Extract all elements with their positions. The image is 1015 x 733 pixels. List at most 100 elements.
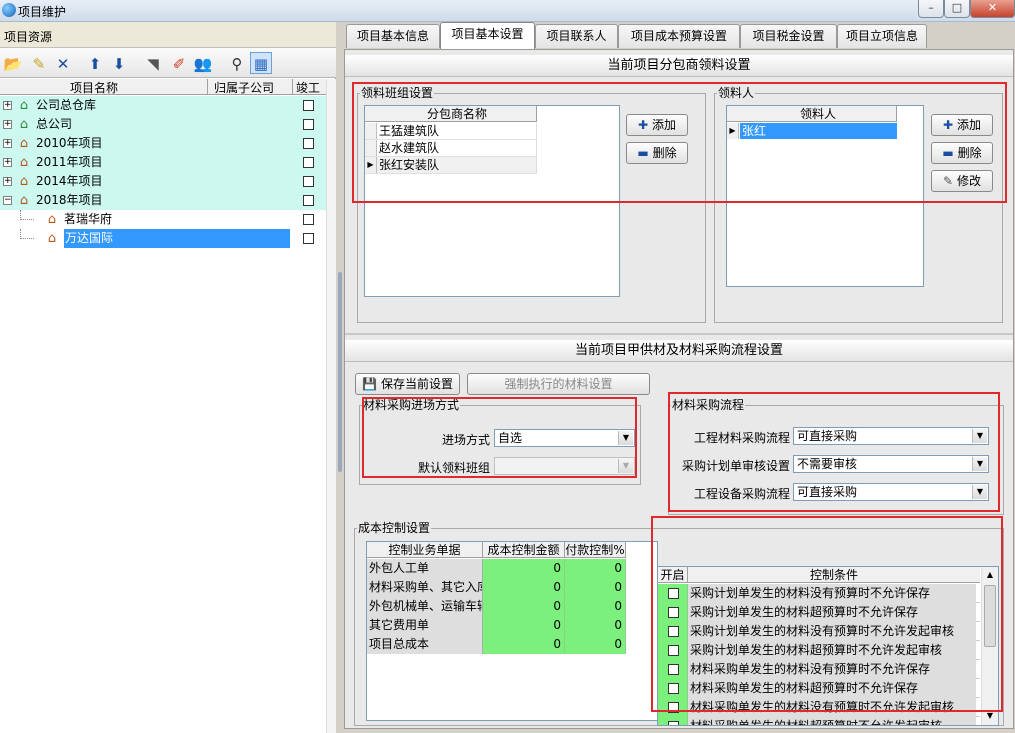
chevron-down-icon[interactable]: ▼ (972, 457, 987, 471)
picker-grid[interactable]: 领料人 ▶ 张红 (726, 105, 924, 287)
condition-row[interactable]: 采购计划单发生的材料超预算时不允许保存 (658, 603, 980, 622)
completed-checkbox[interactable] (303, 195, 314, 206)
tree-row[interactable]: + ⌂ 2010年项目 (0, 134, 326, 153)
tree-row[interactable]: + ⌂ 总公司 (0, 115, 326, 134)
chevron-down-icon[interactable]: ▼ (972, 485, 987, 499)
cost-col-doc[interactable]: 控制业务单据 (367, 542, 483, 558)
save-settings-button[interactable]: 💾 保存当前设置 (355, 373, 460, 395)
condition-checkbox[interactable] (668, 607, 679, 618)
col-project-name[interactable]: 项目名称 (70, 79, 118, 96)
cost-amount[interactable]: 0 (483, 597, 565, 616)
team-row[interactable]: ▶ 张红安装队 (365, 157, 537, 174)
team-add-button[interactable]: ✚ 添加 (626, 114, 688, 136)
team-row[interactable]: 赵水建筑队 (365, 140, 537, 157)
move-down-icon[interactable]: ⬇ (108, 52, 130, 74)
entry-mode-select[interactable]: 自选 ▼ (494, 429, 635, 447)
team-grid[interactable]: 分包商名称 王猛建筑队 赵水建筑队 ▶ 张红安装队 (364, 105, 620, 297)
scroll-down-icon[interactable]: ▼ (983, 709, 997, 723)
chevron-down-icon[interactable]: ▼ (618, 431, 633, 445)
tree-row[interactable]: ⌂ 万达国际 (0, 229, 326, 248)
completed-checkbox[interactable] (303, 100, 314, 111)
cost-amount[interactable]: 0 (483, 559, 565, 578)
completed-checkbox[interactable] (303, 157, 314, 168)
delete-icon[interactable]: ✕ (52, 52, 74, 74)
condition-row[interactable]: 采购计划单发生的材料超预算时不允许发起审核 (658, 641, 980, 660)
left-scrollbar[interactable] (326, 79, 336, 733)
tree-row[interactable]: + ⌂ 2014年项目 (0, 172, 326, 191)
flow-select[interactable]: 不需要审核 ▼ (793, 455, 989, 473)
tab-1[interactable]: 项目基本信息 (346, 24, 440, 48)
completed-checkbox[interactable] (303, 119, 314, 130)
picker-delete-button[interactable]: ▬ 删除 (931, 142, 993, 164)
expand-icon[interactable]: + (3, 139, 12, 148)
picker-col-header[interactable]: 领料人 (739, 106, 897, 122)
completed-checkbox[interactable] (303, 233, 314, 244)
expand-icon[interactable]: + (3, 177, 12, 186)
tab-4[interactable]: 项目成本预算设置 (618, 24, 740, 48)
cost-amount[interactable]: 0 (483, 578, 565, 597)
grid-view-icon[interactable]: ▦ (250, 52, 272, 74)
chevron-down-icon[interactable]: ▼ (972, 429, 987, 443)
tab-6[interactable]: 项目立项信息 (837, 24, 927, 48)
team-col-header[interactable]: 分包商名称 (377, 106, 537, 122)
tab-2[interactable]: 项目基本设置 (440, 22, 535, 49)
condition-checkbox[interactable] (668, 683, 679, 694)
default-team-select[interactable]: ▼ (494, 457, 635, 475)
tree-row[interactable]: ⌂ 茗瑞华府 (0, 210, 326, 229)
completed-checkbox[interactable] (303, 138, 314, 149)
new-folder-icon[interactable]: 📂 (2, 52, 24, 74)
picker-add-button[interactable]: ✚ 添加 (931, 114, 993, 136)
col-completed[interactable]: 竣工 (296, 79, 320, 96)
condition-scrollbar[interactable]: ▲ ▼ (981, 567, 998, 725)
find-icon[interactable]: ⚲ (226, 52, 248, 74)
cost-amount[interactable]: 0 (483, 616, 565, 635)
cost-pay-percent[interactable]: 0 (565, 597, 626, 616)
cost-grid[interactable]: 控制业务单据 成本控制金额 付款控制% 外包人工单 0 0 材料采购单、其它入库 0 0 外… (366, 541, 658, 721)
scroll-thumb[interactable] (984, 585, 996, 647)
tab-3[interactable]: 项目联系人 (535, 24, 618, 48)
expand-icon[interactable]: + (3, 120, 12, 129)
maximize-button[interactable]: □ (944, 0, 970, 18)
cost-amount[interactable]: 0 (483, 635, 565, 654)
condition-row[interactable]: 采购计划单发生的材料没有预算时不允许保存 (658, 584, 980, 603)
users-icon[interactable]: 👥 (192, 52, 214, 74)
team-row[interactable]: 王猛建筑队 (365, 123, 537, 140)
cost-pay-percent[interactable]: 0 (565, 616, 626, 635)
cost-row[interactable]: 材料采购单、其它入库 0 0 (367, 578, 626, 597)
cond-col-condition[interactable]: 控制条件 (688, 567, 980, 583)
condition-checkbox[interactable] (668, 702, 679, 713)
cost-pay-percent[interactable]: 0 (565, 635, 626, 654)
scroll-up-icon[interactable]: ▲ (983, 568, 997, 582)
force-material-settings-button[interactable]: 强制执行的材料设置 (467, 373, 650, 395)
cost-pay-percent[interactable]: 0 (565, 559, 626, 578)
condition-checkbox[interactable] (668, 626, 679, 637)
tree-row[interactable]: − ⌂ 2018年项目 (0, 191, 326, 210)
expand-icon[interactable]: + (3, 101, 12, 110)
collapse-icon[interactable]: − (3, 196, 12, 205)
clear-icon[interactable]: ✐ (168, 52, 190, 74)
condition-row[interactable]: 材料采购单发生的材料没有预算时不允许保存 (658, 660, 980, 679)
condition-checkbox[interactable] (668, 588, 679, 599)
flow-select[interactable]: 可直接采购 ▼ (793, 483, 989, 501)
chevron-down-icon[interactable]: ▼ (618, 459, 633, 473)
edit-icon[interactable]: ✎ (28, 52, 50, 74)
picker-row[interactable]: ▶ 张红 (727, 123, 897, 140)
flow-select[interactable]: 可直接采购 ▼ (793, 427, 989, 445)
cost-row[interactable]: 外包机械单、运输车辆 0 0 (367, 597, 626, 616)
cost-row[interactable]: 项目总成本 0 0 (367, 635, 626, 654)
col-subsidiary[interactable]: 归属子公司 (214, 79, 274, 96)
condition-checkbox[interactable] (668, 721, 679, 725)
cost-row[interactable]: 其它费用单 0 0 (367, 616, 626, 635)
cost-pay-percent[interactable]: 0 (565, 578, 626, 597)
condition-row[interactable]: 材料采购单发生的材料超预算时不允许保存 (658, 679, 980, 698)
tree-row[interactable]: + ⌂ 2011年项目 (0, 153, 326, 172)
condition-checkbox[interactable] (668, 664, 679, 675)
tab-5[interactable]: 项目税金设置 (740, 24, 837, 48)
cost-row[interactable]: 外包人工单 0 0 (367, 559, 626, 578)
condition-row[interactable]: 材料采购单发生的材料超预算时不允许发起审核 (658, 717, 980, 725)
condition-row[interactable]: 采购计划单发生的材料没有预算时不允许发起审核 (658, 622, 980, 641)
tag-icon[interactable]: ◥ (142, 52, 164, 74)
expand-icon[interactable]: + (3, 158, 12, 167)
tree-row[interactable]: + ⌂ 公司总仓库 (0, 96, 326, 115)
move-up-icon[interactable]: ⬆ (84, 52, 106, 74)
